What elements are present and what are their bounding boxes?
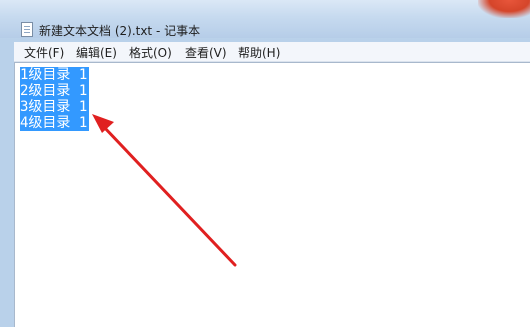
annotation-arrow — [92, 114, 237, 267]
notepad-window: 新建文本文档 (2).txt - 记事本 文件(F) 编辑(E) 格式(O) 查… — [0, 0, 530, 327]
arrow-shaft — [101, 124, 237, 267]
arrow-head-icon — [92, 114, 114, 133]
